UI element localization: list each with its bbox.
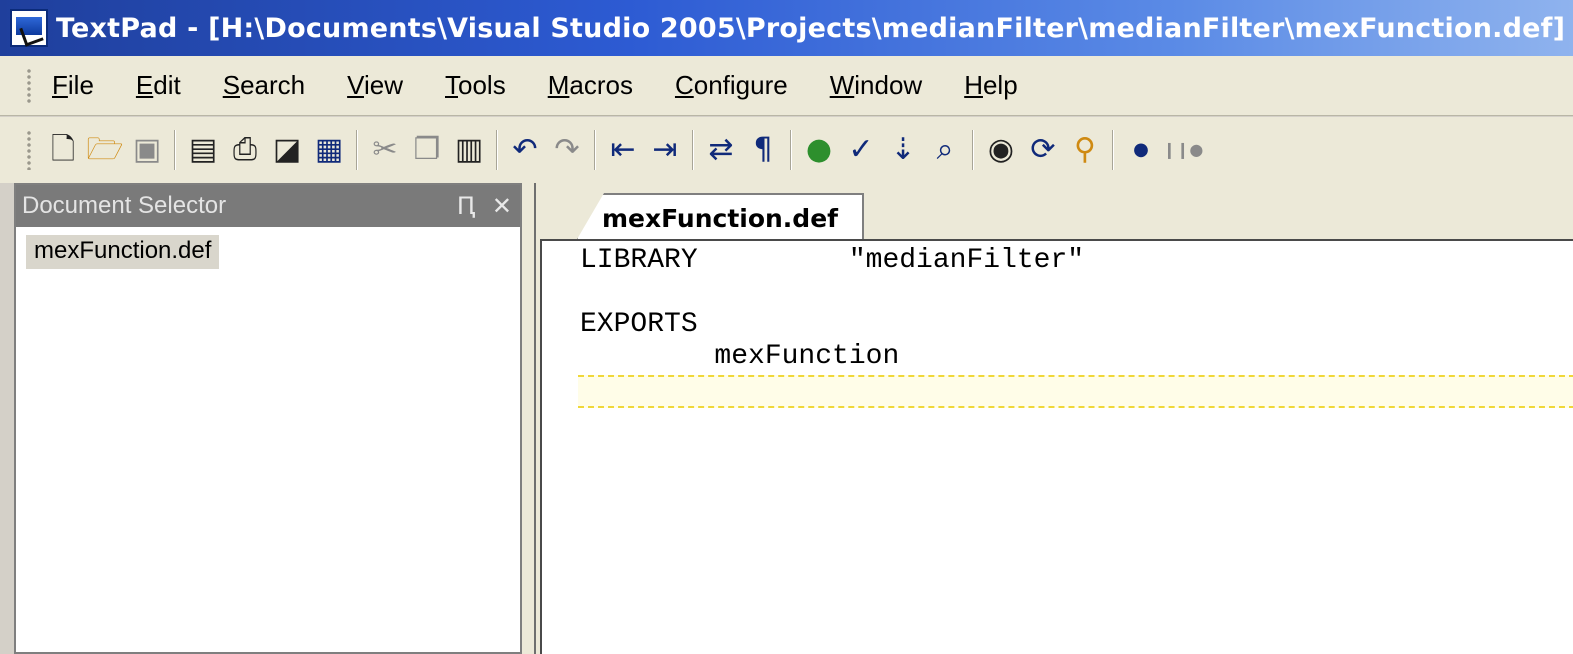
- editor-area: mexFunction.def LIBRARY "medianFilter" E…: [534, 183, 1573, 654]
- sort-icon[interactable]: ⇣: [884, 128, 922, 172]
- document-selector-header: Document Selector Ԥ ✕: [16, 185, 520, 227]
- menu-help-mnemonic: H: [964, 70, 983, 100]
- toolbar-separator: [692, 130, 694, 170]
- pin-icon[interactable]: Ԥ: [457, 192, 476, 220]
- pause-macro-icon[interactable]: ❙❙●: [1163, 128, 1204, 172]
- textpad-app-icon[interactable]: [10, 9, 48, 47]
- find-replace-icon[interactable]: ⟳: [1024, 128, 1062, 172]
- toolbar-separator: [972, 130, 974, 170]
- document-selector-controls: Ԥ ✕: [457, 192, 512, 220]
- menu-window[interactable]: Window: [830, 70, 922, 101]
- document-selector-title: Document Selector: [22, 192, 227, 219]
- standard-toolbar: 🗋 🗁 ▣ ▤ ⎙ ◪ ▦ ✂ ❐ ▥ ↶ ↷ ⇤ ⇥ ⇄ ¶ ● ✓ ⇣ ⌕ …: [0, 117, 1573, 183]
- menu-macros-mnemonic: M: [547, 70, 570, 100]
- menu-edit-label: dit: [153, 70, 181, 100]
- toolbar-grip-handle[interactable]: [26, 130, 32, 170]
- show-paragraph-icon[interactable]: ¶: [744, 128, 782, 172]
- menu-search[interactable]: Search: [223, 70, 305, 101]
- menu-file-mnemonic: F: [52, 70, 68, 100]
- menu-edit[interactable]: Edit: [136, 70, 181, 101]
- menu-tools[interactable]: Tools: [445, 70, 506, 101]
- menu-bar: File Edit Search View Tools Macros Confi…: [0, 56, 1573, 116]
- document-tab-strip: mexFunction.def: [536, 183, 1573, 241]
- close-icon[interactable]: ✕: [492, 192, 512, 220]
- find-in-files-icon[interactable]: ⌕: [926, 128, 964, 172]
- title-bar: TextPad - [H:\Documents\Visual Studio 20…: [0, 0, 1573, 56]
- menu-file-label: ile: [67, 70, 94, 100]
- paste-icon[interactable]: ▥: [450, 128, 488, 172]
- code-line: mexFunction: [580, 341, 900, 372]
- toolbar-separator: [594, 130, 596, 170]
- save-all-icon[interactable]: ▤: [184, 128, 222, 172]
- list-item[interactable]: mexFunction.def: [26, 235, 220, 269]
- record-macro-icon[interactable]: ●: [1122, 128, 1160, 172]
- redo-icon[interactable]: ↷: [548, 128, 586, 172]
- document-selector-panel: Document Selector Ԥ ✕ mexFunction.def: [14, 183, 522, 654]
- outdent-icon[interactable]: ⇥: [646, 128, 684, 172]
- menu-search-label: earch: [240, 70, 306, 100]
- toolbar-separator: [790, 130, 792, 170]
- cut-icon[interactable]: ✂: [366, 128, 404, 172]
- menu-tools-label: ools: [458, 70, 506, 100]
- menu-file[interactable]: File: [52, 70, 94, 101]
- menu-help-label: elp: [982, 70, 1018, 100]
- menubar-grip-handle[interactable]: [26, 67, 32, 104]
- menu-macros[interactable]: Macros: [548, 70, 633, 101]
- toolbar-separator: [1112, 130, 1114, 170]
- toolbar-separator: [174, 130, 176, 170]
- menu-tools-mnemonic: T: [445, 70, 458, 100]
- find-binoculars-icon[interactable]: ⚲: [1066, 128, 1104, 172]
- document-list: mexFunction.def: [16, 227, 520, 277]
- copy-icon[interactable]: ❐: [408, 128, 446, 172]
- code-line: EXPORTS: [580, 309, 698, 340]
- menu-edit-mnemonic: E: [135, 70, 154, 100]
- menu-view-mnemonic: V: [347, 70, 364, 100]
- toolbar-separator: [496, 130, 498, 170]
- menu-configure-label: onfigure: [693, 70, 788, 100]
- toolbar-separator: [356, 130, 358, 170]
- menu-configure-mnemonic: C: [674, 70, 694, 100]
- menu-view-label: iew: [363, 70, 403, 100]
- current-line-highlight: [578, 375, 1573, 408]
- text-editor[interactable]: LIBRARY "medianFilter" EXPORTS mexFuncti…: [540, 239, 1573, 654]
- print-icon[interactable]: ⎙: [226, 128, 264, 172]
- menu-window-mnemonic: W: [829, 70, 855, 100]
- save-icon[interactable]: ▣: [128, 128, 166, 172]
- window-title: TextPad - [H:\Documents\Visual Studio 20…: [56, 12, 1566, 44]
- menu-configure[interactable]: Configure: [675, 70, 788, 101]
- indent-icon[interactable]: ⇤: [604, 128, 642, 172]
- workspace-icon[interactable]: ▦: [310, 128, 348, 172]
- print-preview-icon[interactable]: ◪: [268, 128, 306, 172]
- open-folder-icon[interactable]: 🗁: [86, 128, 124, 172]
- menu-view[interactable]: View: [347, 70, 403, 101]
- tab-mexfunction-def[interactable]: mexFunction.def: [576, 193, 864, 241]
- menu-macros-label: acros: [569, 70, 633, 100]
- web-browser-icon[interactable]: ●: [800, 128, 838, 172]
- view-find-icon[interactable]: ◉: [982, 128, 1020, 172]
- undo-icon[interactable]: ↶: [506, 128, 544, 172]
- menu-search-mnemonic: S: [222, 70, 241, 100]
- code-line: LIBRARY "medianFilter": [580, 245, 1085, 276]
- menu-window-label: indow: [854, 70, 923, 100]
- new-file-icon[interactable]: 🗋: [44, 128, 82, 172]
- word-wrap-icon[interactable]: ⇄: [702, 128, 740, 172]
- menu-help[interactable]: Help: [964, 70, 1017, 101]
- spell-check-icon[interactable]: ✓: [842, 128, 880, 172]
